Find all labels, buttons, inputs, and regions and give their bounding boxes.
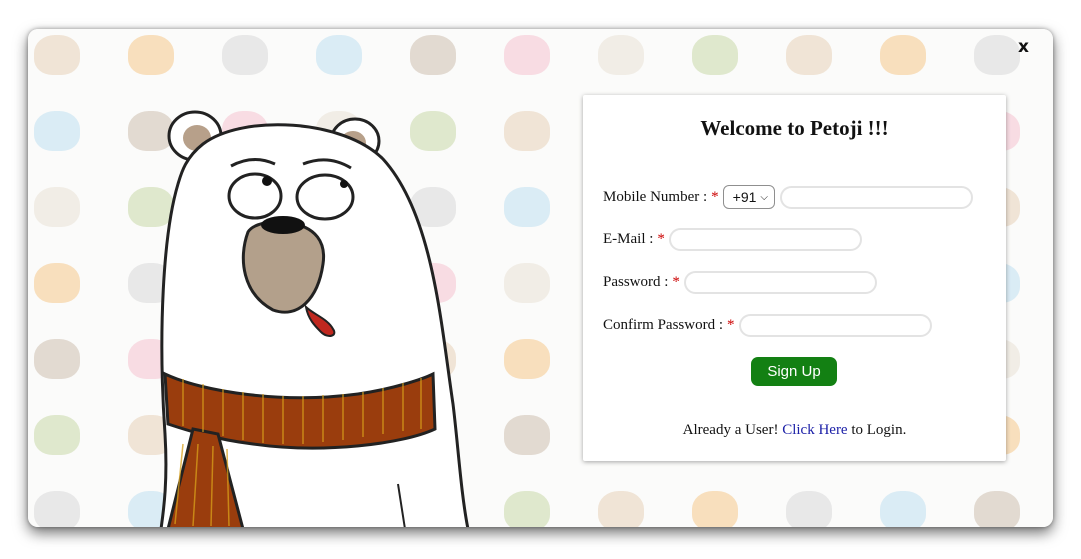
country-code-value: +91	[732, 189, 757, 205]
pattern-animal	[504, 35, 550, 75]
pattern-animal	[786, 35, 832, 75]
password-input[interactable]	[683, 271, 877, 294]
pattern-animal	[34, 187, 80, 227]
country-code-select[interactable]: +91 ⌵	[722, 185, 775, 209]
required-mark: *	[727, 317, 735, 333]
password-label: Password :	[603, 274, 669, 290]
pattern-animal	[504, 111, 550, 151]
password-row: Password : *	[603, 271, 877, 294]
login-suffix: to Login.	[851, 422, 907, 438]
pattern-animal	[410, 35, 456, 75]
pattern-animal	[34, 263, 80, 303]
pattern-animal	[504, 187, 550, 227]
pattern-animal	[880, 35, 926, 75]
polar-bear-illustration	[123, 74, 483, 527]
signup-form-card: Welcome to Petoji !!! Mobile Number : * …	[583, 95, 1006, 461]
required-mark: *	[711, 188, 719, 205]
pattern-animal	[34, 491, 80, 527]
login-prefix: Already a User!	[682, 422, 779, 438]
confirm-password-input[interactable]	[738, 314, 932, 337]
pattern-animal	[786, 491, 832, 527]
pattern-animal	[598, 35, 644, 75]
pattern-animal	[692, 35, 738, 75]
sign-up-button[interactable]: Sign Up	[751, 357, 837, 386]
pattern-animal	[316, 35, 362, 75]
pattern-animal	[34, 339, 80, 379]
login-prompt: Already a User! Click Here to Login.	[583, 422, 1006, 439]
pattern-animal	[34, 35, 80, 75]
pattern-animal	[692, 491, 738, 527]
pattern-animal	[128, 35, 174, 75]
email-row: E-Mail : *	[603, 228, 862, 251]
chevron-down-icon: ⌵	[760, 191, 768, 203]
pattern-animal	[222, 35, 268, 75]
pattern-animal	[34, 415, 80, 455]
pattern-animal	[34, 111, 80, 151]
required-mark: *	[657, 231, 665, 247]
pattern-animal	[504, 263, 550, 303]
pattern-animal	[504, 415, 550, 455]
login-link[interactable]: Click Here	[782, 422, 847, 438]
pattern-animal	[974, 35, 1020, 75]
signup-modal: x Welcome to Petoji !!! Mobile Number: …	[28, 29, 1053, 527]
pattern-animal	[598, 491, 644, 527]
close-icon[interactable]: x	[1018, 39, 1029, 56]
mobile-label: Mobile Number :	[603, 188, 708, 205]
pattern-animal	[504, 339, 550, 379]
email-label: E-Mail :	[603, 231, 654, 247]
pattern-animal	[974, 491, 1020, 527]
required-mark: *	[672, 274, 680, 290]
email-input[interactable]	[668, 228, 862, 251]
form-title: Welcome to Petoji !!!	[700, 116, 889, 140]
mobile-row: Mobile Number : * +91 ⌵	[603, 185, 973, 209]
pattern-animal	[504, 491, 550, 527]
mobile-number-input[interactable]	[780, 185, 973, 209]
confirm-password-row: Confirm Password : *	[603, 314, 932, 337]
pattern-animal	[880, 491, 926, 527]
confirm-password-label: Confirm Password :	[603, 317, 723, 333]
